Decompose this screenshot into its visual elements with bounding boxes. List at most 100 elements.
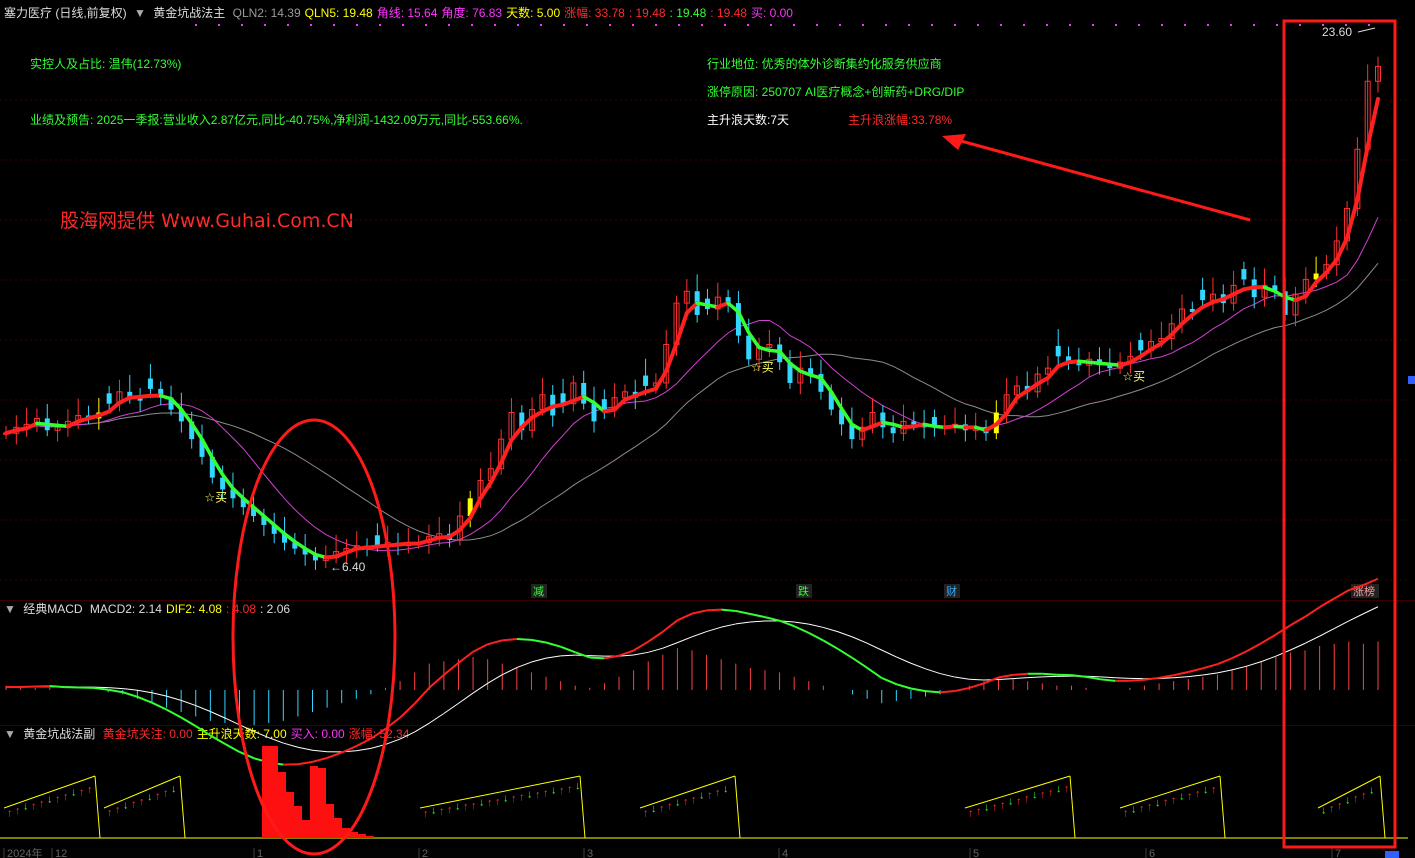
trend-segment — [499, 438, 514, 465]
macd-dea-line — [1027, 676, 1043, 679]
down-arrow-icon: ↓ — [551, 784, 557, 796]
candle-body — [147, 378, 153, 389]
macd-dea-line — [122, 688, 138, 691]
up-arrow-icon: ↑ — [1024, 793, 1030, 805]
macd-dif-line — [122, 691, 138, 698]
down-arrow-icon: ↓ — [1179, 790, 1185, 802]
chart-canvas[interactable]: ☆买☆买☆买23.60←6.40减跌财涨榜↑ ↑ ↓ ↑ ↑ ↓ ↑ ↑ ↓ ↑ ↑↑ ↑ ↓ ↑ ↑ ↓ ↑ ↑… — [0, 0, 1415, 858]
up-arrow-icon: ↑ — [15, 805, 21, 817]
down-arrow-icon: ↓ — [71, 787, 77, 799]
macd-dea-line — [1333, 620, 1350, 630]
down-arrow-icon: ↓ — [1131, 803, 1137, 815]
macd-dea-line — [472, 682, 488, 694]
signal-dot — [839, 24, 841, 26]
up-arrow-icon: ↑ — [1040, 789, 1046, 801]
macd-dea-line — [589, 655, 605, 657]
down-arrow-icon: ↓ — [503, 792, 509, 804]
macd-dif-line — [1173, 671, 1189, 677]
up-arrow-icon: ↑ — [79, 786, 85, 798]
macd-dea-line — [516, 661, 532, 669]
highlight-arrow-line — [949, 136, 1251, 222]
up-arrow-icon: ↑ — [1361, 790, 1367, 802]
macd-dif-line — [1129, 678, 1145, 682]
down-arrow-icon: ↓ — [1369, 784, 1375, 796]
macd-dea-line — [998, 678, 1014, 681]
up-arrow-icon: ↑ — [1353, 793, 1359, 805]
macd-dea-line — [648, 647, 663, 653]
candle-body — [911, 421, 917, 425]
macd-dif-line — [1217, 657, 1233, 666]
up-arrow-icon: ↑ — [439, 805, 445, 817]
trend-segment — [478, 480, 493, 501]
macd-dif-line — [516, 638, 532, 641]
signal-dot — [1023, 24, 1025, 26]
macd-dif-line — [457, 650, 474, 664]
x-axis-band — [0, 848, 1415, 858]
signal-dot — [195, 24, 197, 26]
macd-dea-line — [443, 702, 459, 714]
wave-drop — [94, 775, 101, 839]
macd-dea-line — [487, 674, 503, 684]
macd-dif-line — [428, 674, 445, 689]
up-arrow-icon: ↑ — [1195, 788, 1201, 800]
down-arrow-icon: ↓ — [171, 783, 177, 795]
candle-body — [106, 393, 112, 404]
wave-drop — [179, 775, 186, 839]
up-arrow-icon: ↑ — [55, 793, 61, 805]
signal-dot — [540, 24, 542, 26]
up-arrow-icon: ↑ — [1064, 783, 1070, 795]
macd-dif-line — [1260, 633, 1277, 645]
macd-dif-line — [502, 638, 517, 642]
macd-dea-line — [1202, 672, 1218, 676]
macd-dea-line — [531, 657, 547, 663]
signal-dot — [1253, 24, 1255, 26]
macd-dif-line — [1231, 650, 1248, 660]
event-tag: 财 — [944, 584, 960, 598]
scroll-thumb[interactable] — [1385, 851, 1399, 858]
event-tag-text: 减 — [533, 585, 544, 598]
macd-dif-line — [896, 683, 912, 690]
low-price-label: ←6.40 — [330, 560, 366, 574]
trend-segment — [1169, 321, 1184, 337]
up-arrow-icon: ↑ — [667, 801, 673, 813]
down-arrow-icon: ↓ — [1008, 795, 1014, 807]
macd-dif-line — [589, 656, 605, 660]
macd-dea-line — [750, 620, 766, 623]
macd-dea-line — [721, 623, 736, 628]
up-arrow-icon: ↑ — [155, 790, 161, 802]
signal-dot — [1092, 24, 1094, 26]
pit-bar — [294, 806, 302, 838]
macd-dif-line — [910, 687, 926, 693]
macd-dea-line — [253, 731, 269, 739]
signal-dot — [655, 24, 657, 26]
down-arrow-icon: ↓ — [47, 794, 53, 806]
down-arrow-icon: ↓ — [527, 788, 533, 800]
candle-body — [890, 427, 896, 434]
signal-dot — [1184, 24, 1186, 26]
buy-label: ☆买 — [1122, 369, 1145, 383]
signal-dot — [862, 24, 864, 26]
down-arrow-icon: ↓ — [431, 805, 437, 817]
high-price-label: 23.60 — [1322, 25, 1352, 39]
up-arrow-icon: ↑ — [7, 807, 13, 819]
macd-dif-line — [721, 608, 736, 612]
down-arrow-icon: ↓ — [1321, 804, 1327, 816]
macd-dea-line — [429, 713, 445, 724]
macd-dif-line — [691, 609, 707, 615]
trend-segment — [488, 460, 504, 485]
side-marker — [1408, 376, 1415, 384]
macd-dea-line — [808, 623, 824, 628]
up-arrow-icon: ↑ — [1016, 795, 1022, 807]
pit-bar — [318, 768, 326, 838]
signal-dot — [885, 24, 887, 26]
signal-dot — [793, 24, 795, 26]
up-arrow-icon: ↑ — [643, 807, 649, 819]
down-arrow-icon: ↓ — [1155, 797, 1161, 809]
up-arrow-icon: ↑ — [487, 797, 493, 809]
signal-dot — [931, 24, 933, 26]
macd-dea-line — [735, 621, 751, 625]
macd-dif-line — [750, 613, 766, 619]
macd-dea-line — [108, 687, 123, 690]
wave-drop — [579, 775, 586, 839]
signal-dot — [724, 24, 726, 26]
